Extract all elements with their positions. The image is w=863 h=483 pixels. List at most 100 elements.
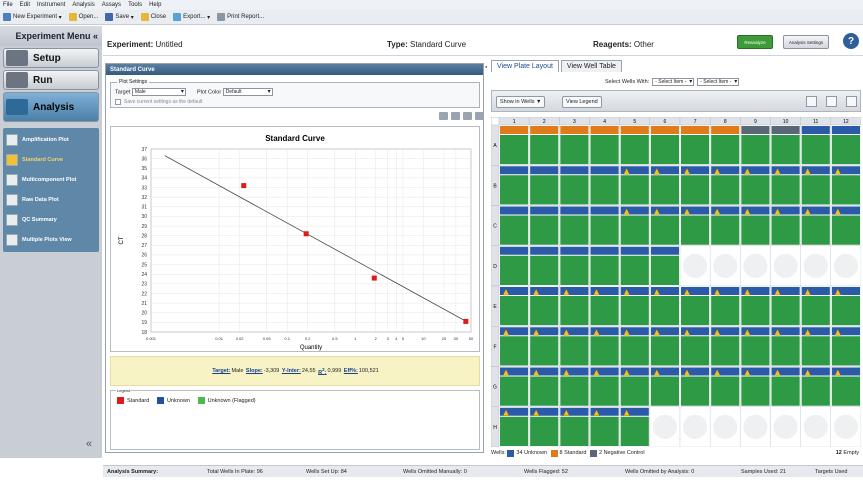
tab-view-plate-layout[interactable]: View Plate Layout	[491, 60, 559, 72]
new-experiment-icon	[3, 13, 11, 21]
x-tick-label: 50	[469, 336, 474, 341]
menu-bar: File Edit Instrument Analysis Assays Too…	[0, 0, 863, 10]
print-icon	[217, 13, 226, 21]
row-header-label: F	[493, 344, 496, 350]
menu-file[interactable]: File	[3, 2, 13, 8]
well-flag-fill	[500, 175, 529, 205]
x-tick-label: 4	[395, 336, 398, 341]
menu-edit[interactable]: Edit	[20, 2, 30, 8]
well-flag-fill	[560, 336, 589, 366]
unknown-icon	[507, 449, 515, 457]
show-in-wells-button[interactable]: Show in Wells ▼	[496, 96, 546, 108]
well-task-bar	[650, 246, 679, 255]
empty-well-icon	[743, 253, 768, 278]
view-legend-button[interactable]: View Legend	[562, 96, 602, 108]
setup-button[interactable]: Setup	[3, 48, 99, 68]
stat-slope-value: -3,309	[263, 368, 280, 374]
column-header-label: 4	[603, 119, 606, 125]
select-item-1[interactable]: - Select Item -	[652, 78, 695, 86]
menu-help[interactable]: Help	[149, 2, 161, 8]
plate-view-icon[interactable]	[806, 96, 817, 107]
well-flag-fill	[801, 336, 830, 366]
edit-chart-icon[interactable]	[475, 112, 484, 120]
plot-color-select[interactable]: Default	[222, 88, 273, 96]
x-tick-label: 5	[402, 336, 405, 341]
well-flag-fill	[681, 336, 710, 366]
well-task-bar	[771, 126, 800, 134]
menu-assays[interactable]: Assays	[102, 2, 121, 8]
analysis-settings-button[interactable]: Analysis Settings	[783, 35, 829, 49]
standard-icon	[550, 449, 558, 457]
y-tick-label: 28	[141, 233, 147, 239]
y-tick-label: 37	[141, 147, 147, 153]
legend-unknown-flagged: Unknown (Flagged)	[197, 397, 256, 404]
well-flag-fill	[530, 175, 559, 205]
experiment-type: Type: Standard Curve	[387, 40, 467, 49]
sidebar-item-raw-data-plot[interactable]: Raw Data Plot	[3, 190, 99, 210]
save-button[interactable]: Save ▾	[105, 13, 134, 21]
well-task-bar	[530, 246, 559, 255]
stat-eff-value: 100,521	[358, 368, 379, 374]
select-item-2[interactable]: - Select Item -	[697, 78, 740, 86]
multiple-plots-icon	[6, 234, 18, 246]
sidebar-item-multiple-plots-view[interactable]: Multiple Plots View	[3, 230, 99, 250]
plate-grid-icon[interactable]	[846, 96, 857, 107]
well-flag-fill	[560, 416, 589, 446]
column-header-label: 7	[694, 119, 697, 125]
chart-icon[interactable]	[463, 112, 472, 120]
well-flag-fill	[530, 296, 559, 326]
open-button[interactable]: Open...	[68, 13, 98, 21]
print-report-button[interactable]: Print Report...	[217, 13, 264, 21]
menu-instrument[interactable]: Instrument	[37, 2, 65, 8]
x-tick-label: 0.2	[305, 336, 311, 341]
tab-view-well-table[interactable]: View Well Table	[560, 60, 622, 72]
folder-icon	[68, 13, 77, 21]
standard-point	[371, 275, 377, 281]
sidebar-item-amplification-plot[interactable]: Amplification Plot	[3, 130, 99, 150]
well-flag-fill	[530, 376, 559, 406]
well-task-bar	[590, 246, 619, 255]
sidebar-item-multicomponent-plot[interactable]: Multicomponent Plot	[3, 170, 99, 190]
save-default-checkbox[interactable]	[115, 99, 121, 105]
y-tick-label: 29	[141, 224, 147, 230]
legend-unknown: Unknown	[157, 397, 190, 404]
sidebar-item-standard-curve[interactable]: Standard Curve	[3, 150, 99, 170]
help-icon[interactable]: ?	[843, 33, 859, 49]
run-button[interactable]: Run	[3, 70, 99, 90]
analysis-button[interactable]: Analysis	[3, 92, 99, 122]
sidebar-item-qc-summary[interactable]: QC Summary	[3, 210, 99, 230]
x-tick-label: 20	[442, 336, 447, 341]
well-flag-fill	[500, 215, 529, 245]
well-flag-fill	[560, 255, 589, 285]
close-button[interactable]: Close	[140, 13, 166, 21]
standard-point	[303, 231, 309, 237]
collapse-menu-icon[interactable]: «	[86, 438, 92, 450]
well-flag-fill	[681, 135, 710, 165]
summary-total: Total Wells In Plate: 96	[207, 469, 263, 475]
well-task-bar	[560, 126, 589, 134]
well-flag-fill	[620, 135, 649, 165]
menu-tools[interactable]: Tools	[128, 2, 142, 8]
well-task-bar	[590, 126, 619, 134]
x-tick-label: 0.001	[146, 336, 157, 341]
copy-icon[interactable]	[451, 112, 460, 120]
print-icon[interactable]	[439, 112, 448, 120]
select-wells: Select Wells With: - Select Item - - Sel…	[605, 78, 740, 86]
plate-view-alt-icon[interactable]	[826, 96, 837, 107]
export-button[interactable]: Export... ▾	[173, 13, 210, 21]
well-flag-fill	[590, 376, 619, 406]
experiment-menu-title[interactable]: Experiment Menu «	[0, 26, 102, 46]
well-flag-fill	[801, 175, 830, 205]
target-select[interactable]: Male	[131, 88, 186, 96]
well-flag-fill	[741, 135, 770, 165]
chart-toolbar	[436, 112, 484, 120]
well-flag-fill	[801, 215, 830, 245]
empty-well-icon	[743, 414, 768, 439]
column-header-label: 12	[843, 119, 849, 125]
menu-analysis[interactable]: Analysis	[72, 2, 94, 8]
y-tick-label: 27	[141, 243, 147, 249]
new-experiment-button[interactable]: New Experiment ▾	[3, 13, 62, 21]
well-flag-fill	[650, 376, 679, 406]
reanalyze-button[interactable]: Reanalyze	[737, 35, 773, 49]
qc-summary-icon	[6, 214, 18, 226]
